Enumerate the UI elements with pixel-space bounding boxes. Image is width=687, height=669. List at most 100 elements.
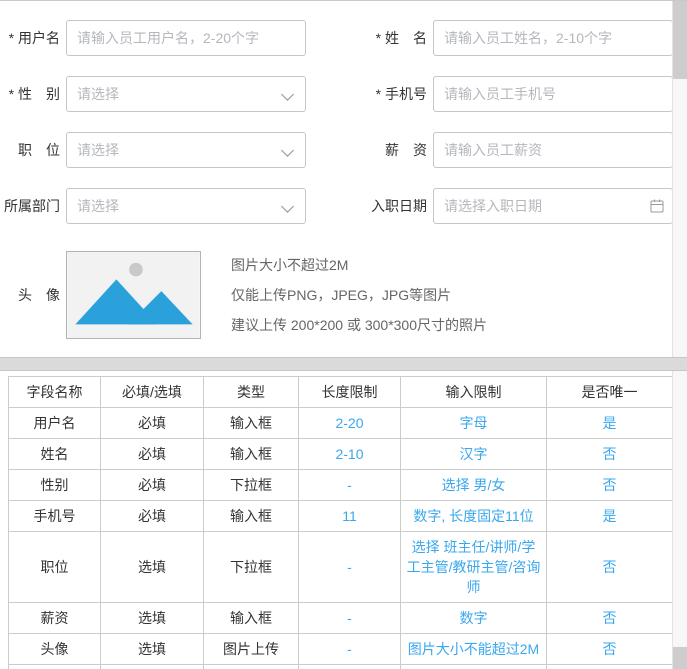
table-cell: 选择 男/女 xyxy=(401,470,547,501)
form-scrollbar-track[interactable] xyxy=(672,1,687,357)
position-select-value: 请选择 xyxy=(77,140,119,160)
table-cell: 数字, 长度固定11位 xyxy=(401,501,547,532)
section-divider xyxy=(0,357,687,371)
table-header-cell: 字段名称 xyxy=(9,377,101,408)
table-cell: 否 xyxy=(547,603,673,634)
form-scrollbar-thumb[interactable] xyxy=(673,1,687,79)
table-cell: 选择 班主任/讲师/学工主管/教研主管/咨询师 xyxy=(401,532,547,603)
table-cell: 2-10 xyxy=(299,439,401,470)
table-row: 职位选填下拉框-选择 班主任/讲师/学工主管/教研主管/咨询师否 xyxy=(9,532,673,603)
table-cell: 用户名 xyxy=(9,408,101,439)
employee-form-page: * 用户名 * 姓 名 * 性 别 请选择 * 手机号 职 位 xyxy=(0,0,687,669)
form-grid: * 用户名 * 姓 名 * 性 别 请选择 * 手机号 职 位 xyxy=(4,20,673,224)
username-field-cell xyxy=(66,20,306,56)
chevron-down-icon xyxy=(281,144,294,157)
table-cell: 否 xyxy=(547,470,673,501)
table-cell: 职位 xyxy=(9,532,101,603)
table-header-cell: 输入限制 xyxy=(401,377,547,408)
table-cell: 否 xyxy=(547,634,673,665)
table-cell: 是 xyxy=(547,501,673,532)
table-cell: 汉字 xyxy=(401,439,547,470)
table-cell: 头像 xyxy=(9,634,101,665)
phone-label: * 手机号 xyxy=(306,84,433,104)
position-field-cell: 请选择 xyxy=(66,132,306,168)
constraints-table-body: 用户名必填输入框2-20字母是姓名必填输入框2-10汉字否性别必填下拉框-选择 … xyxy=(9,408,673,669)
department-field-cell: 请选择 xyxy=(66,188,306,224)
table-cell: 2-20 xyxy=(299,408,401,439)
table-cell: 性别 xyxy=(9,470,101,501)
table-cell: 入职日期 xyxy=(9,665,101,669)
chevron-down-icon xyxy=(281,200,294,213)
table-header-cell: 类型 xyxy=(204,377,299,408)
department-select[interactable]: 请选择 xyxy=(66,188,306,224)
avatar-row: 头 像 图片大小不超过2M 仅能上传PNG，JPEG，JPG等图片 建议上传 2… xyxy=(4,250,687,340)
table-cell: 必填 xyxy=(101,439,204,470)
table-cell: 选填 xyxy=(101,665,204,669)
employee-form: * 用户名 * 姓 名 * 性 别 请选择 * 手机号 职 位 xyxy=(0,0,687,357)
table-cell: 图片大小不能超过2M xyxy=(401,634,547,665)
hire-date-label: 入职日期 xyxy=(306,196,433,216)
table-cell: 必填 xyxy=(101,408,204,439)
table-header-cell: 是否唯一 xyxy=(547,377,673,408)
table-cell: 薪资 xyxy=(9,603,101,634)
avatar-tip: 图片大小不超过2M xyxy=(231,250,487,280)
table-cell: 输入框 xyxy=(204,408,299,439)
position-label: 职 位 xyxy=(4,140,66,160)
table-cell: 下拉框 xyxy=(204,470,299,501)
salary-input[interactable] xyxy=(433,132,673,168)
table-cell: 输入格式: 年-月-日 xyxy=(401,665,547,669)
username-input[interactable] xyxy=(66,20,306,56)
table-row: 姓名必填输入框2-10汉字否 xyxy=(9,439,673,470)
table-cell: 下拉框 xyxy=(204,532,299,603)
table-row: 用户名必填输入框2-20字母是 xyxy=(9,408,673,439)
table-row: 手机号必填输入框11数字, 长度固定11位是 xyxy=(9,501,673,532)
table-row: 入职日期选填日期选择组件-输入格式: 年-月-日否 xyxy=(9,665,673,669)
department-select-value: 请选择 xyxy=(77,196,119,216)
department-label: 所属部门 xyxy=(4,196,66,216)
phone-input[interactable] xyxy=(433,76,673,112)
gender-field-cell: 请选择 xyxy=(66,76,306,112)
table-cell: 否 xyxy=(547,665,673,669)
table-cell: 11 xyxy=(299,501,401,532)
table-cell: 否 xyxy=(547,532,673,603)
table-cell: 输入框 xyxy=(204,501,299,532)
table-scrollbar-thumb[interactable] xyxy=(673,647,687,669)
chevron-down-icon xyxy=(281,88,294,101)
avatar-tips: 图片大小不超过2M 仅能上传PNG，JPEG，JPG等图片 建议上传 200*2… xyxy=(231,250,487,340)
gender-select[interactable]: 请选择 xyxy=(66,76,306,112)
avatar-upload[interactable] xyxy=(66,251,201,339)
table-cell: 数字 xyxy=(401,603,547,634)
table-cell: - xyxy=(299,603,401,634)
table-cell: 是 xyxy=(547,408,673,439)
hire-date-field xyxy=(433,188,673,224)
table-cell: 图片上传 xyxy=(204,634,299,665)
table-cell: - xyxy=(299,532,401,603)
table-row: 头像选填图片上传-图片大小不能超过2M否 xyxy=(9,634,673,665)
table-cell: 姓名 xyxy=(9,439,101,470)
table-cell: - xyxy=(299,634,401,665)
name-label: * 姓 名 xyxy=(306,28,433,48)
position-select[interactable]: 请选择 xyxy=(66,132,306,168)
table-scrollbar-track[interactable] xyxy=(672,371,687,669)
gender-select-value: 请选择 xyxy=(77,84,119,104)
table-cell: 字母 xyxy=(401,408,547,439)
table-cell: 输入框 xyxy=(204,439,299,470)
calendar-icon xyxy=(649,198,665,214)
avatar-label: 头 像 xyxy=(4,285,66,305)
phone-field-cell xyxy=(433,76,673,112)
username-label: * 用户名 xyxy=(4,28,66,48)
table-cell: 选填 xyxy=(101,634,204,665)
table-cell: 输入框 xyxy=(204,603,299,634)
table-header-row: 字段名称 必填/选填 类型 长度限制 输入限制 是否唯一 xyxy=(9,377,673,408)
name-input[interactable] xyxy=(433,20,673,56)
table-cell: - xyxy=(299,470,401,501)
name-field-cell xyxy=(433,20,673,56)
table-cell: 必填 xyxy=(101,470,204,501)
table-cell: 选填 xyxy=(101,603,204,634)
table-cell: 选填 xyxy=(101,532,204,603)
table-row: 性别必填下拉框-选择 男/女否 xyxy=(9,470,673,501)
hire-date-field-cell xyxy=(433,188,673,224)
avatar-tip: 建议上传 200*200 或 300*300尺寸的照片 xyxy=(231,310,487,340)
hire-date-input[interactable] xyxy=(433,188,673,224)
table-cell: - xyxy=(299,665,401,669)
